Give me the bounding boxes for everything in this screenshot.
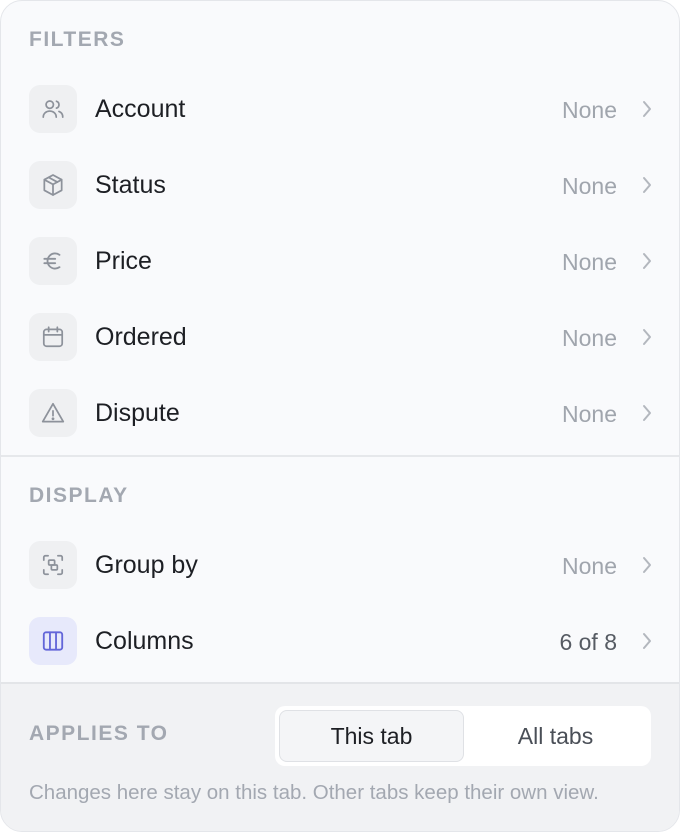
- columns-icon: [29, 617, 77, 665]
- box-icon: [29, 161, 77, 209]
- calendar-icon: [29, 313, 77, 361]
- display-label: Columns: [95, 627, 194, 655]
- filter-label: Account: [95, 95, 186, 123]
- chevron-right-icon: [643, 405, 651, 421]
- display-row-columns[interactable]: Columns 6 of 8: [1, 603, 679, 679]
- filter-row-price[interactable]: Price None: [1, 223, 679, 299]
- group-icon: [29, 541, 77, 589]
- display-row-group-by[interactable]: Group by None: [1, 527, 679, 603]
- chevron-right-icon: [643, 329, 651, 345]
- filter-label: Dispute: [95, 399, 180, 427]
- applies-to-segmented-control: This tab All tabs: [275, 706, 651, 766]
- filter-row-account[interactable]: Account None: [1, 71, 679, 147]
- filter-value: None: [562, 249, 617, 275]
- display-label: Group by: [95, 551, 198, 579]
- section-divider: [1, 455, 679, 457]
- applies-to-footer: APPLIES TO This tab All tabs Changes her…: [1, 682, 679, 831]
- users-icon: [29, 85, 77, 133]
- filter-value: None: [562, 325, 617, 351]
- filters-section-title: FILTERS: [29, 28, 126, 51]
- chevron-right-icon: [643, 253, 651, 269]
- filter-value: None: [562, 97, 617, 123]
- display-value: 6 of 8: [559, 629, 617, 655]
- filter-row-dispute[interactable]: Dispute None: [1, 375, 679, 451]
- filter-value: None: [562, 173, 617, 199]
- filter-label: Ordered: [95, 323, 187, 351]
- warning-icon: [29, 389, 77, 437]
- chevron-right-icon: [643, 633, 651, 649]
- euro-icon: [29, 237, 77, 285]
- this-tab-option[interactable]: This tab: [279, 710, 464, 762]
- display-section-title: DISPLAY: [29, 484, 129, 507]
- all-tabs-option[interactable]: All tabs: [464, 710, 647, 762]
- chevron-right-icon: [643, 557, 651, 573]
- applies-to-label: APPLIES TO: [29, 722, 169, 745]
- filter-label: Status: [95, 171, 166, 199]
- view-options-panel: FILTERS Account None Status None Price N…: [0, 0, 680, 832]
- filter-row-status[interactable]: Status None: [1, 147, 679, 223]
- applies-to-hint: Changes here stay on this tab. Other tab…: [29, 781, 599, 804]
- filter-label: Price: [95, 247, 152, 275]
- chevron-right-icon: [643, 177, 651, 193]
- display-value: None: [562, 553, 617, 579]
- chevron-right-icon: [643, 101, 651, 117]
- filter-row-ordered[interactable]: Ordered None: [1, 299, 679, 375]
- filter-value: None: [562, 401, 617, 427]
